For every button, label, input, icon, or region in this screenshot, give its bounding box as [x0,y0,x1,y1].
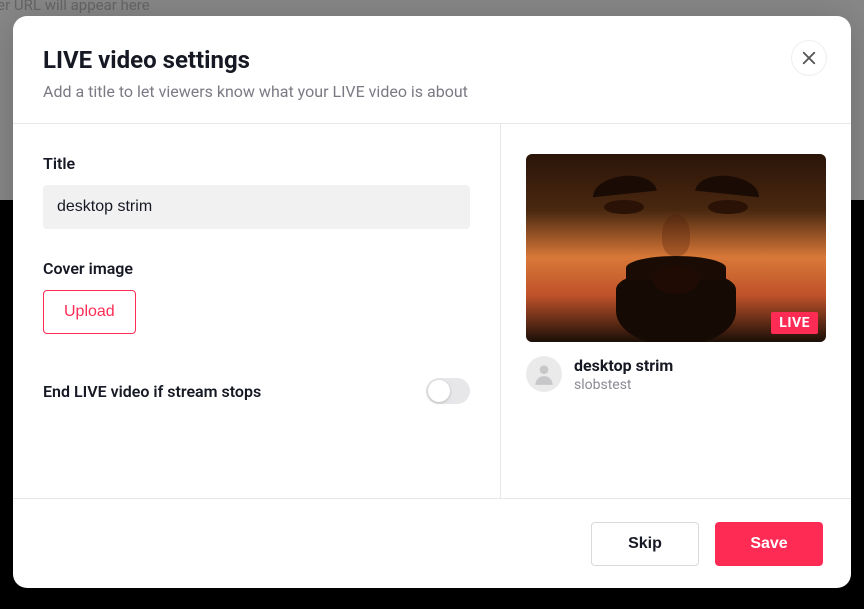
cover-field-group: Cover image Upload [43,259,470,334]
live-settings-modal: LIVE video settings Add a title to let v… [13,16,851,588]
modal-header: LIVE video settings Add a title to let v… [13,16,851,123]
stream-meta: desktop strim slobstest [574,356,673,393]
end-stream-toggle[interactable] [426,378,470,404]
title-field-group: Title [43,154,470,229]
preview-thumbnail: LIVE [526,154,826,342]
settings-column: Title Cover image Upload End LIVE video … [13,124,501,498]
modal-body: Title Cover image Upload End LIVE video … [13,124,851,498]
preview-column: LIVE desktop strim slobstest [501,124,851,498]
live-badge: LIVE [771,312,818,334]
modal-subtitle: Add a title to let viewers know what you… [43,82,821,101]
modal-footer: Skip Save [13,498,851,588]
user-icon [531,361,557,387]
upload-button[interactable]: Upload [43,290,136,334]
avatar [526,356,562,392]
cover-image-label: Cover image [43,259,470,278]
title-label: Title [43,154,470,173]
backdrop-hint-text: ver URL will appear here [0,0,150,14]
end-stream-toggle-row: End LIVE video if stream stops [43,378,470,404]
close-icon [800,49,818,67]
title-input[interactable] [43,185,470,229]
stream-username: slobstest [574,377,673,393]
save-button[interactable]: Save [715,522,823,566]
stream-title: desktop strim [574,356,673,375]
end-stream-toggle-label: End LIVE video if stream stops [43,382,261,401]
modal-title: LIVE video settings [43,46,821,74]
stream-info: desktop strim slobstest [526,356,826,393]
toggle-knob [428,380,450,402]
close-button[interactable] [791,40,827,76]
skip-button[interactable]: Skip [591,522,699,566]
